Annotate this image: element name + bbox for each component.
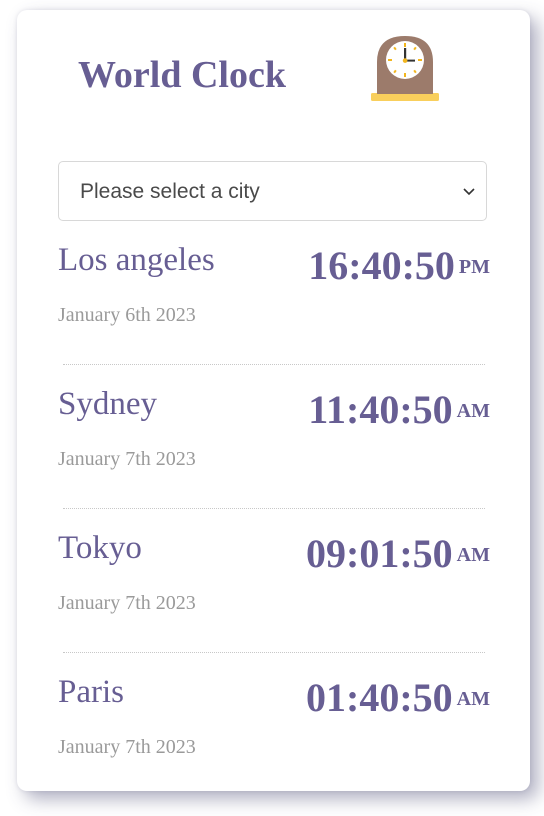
divider [63, 364, 485, 365]
city-row-tokyo: Tokyo 09:01:50 AM January 7th 2023 [17, 528, 530, 672]
am-pm-label: AM [456, 400, 490, 422]
city-date: January 7th 2023 [58, 736, 196, 758]
time-value: 16:40:50 [308, 243, 455, 288]
city-name: Los angeles [58, 242, 215, 278]
am-pm-label: AM [456, 688, 490, 710]
city-date: January 6th 2023 [58, 304, 196, 326]
world-clock-card: World Clock Please select a city Los ang… [17, 10, 530, 791]
time-value: 01:40:50 [306, 675, 453, 720]
page-title: World Clock [78, 54, 286, 96]
time-value: 09:01:50 [306, 531, 453, 576]
am-pm-label: PM [458, 256, 490, 278]
city-row-paris: Paris 01:40:50 AM January 7th 2023 [17, 672, 530, 816]
city-row-los-angeles: Los angeles 16:40:50 PM January 6th 2023 [17, 240, 530, 384]
city-name: Tokyo [58, 530, 142, 566]
header: World Clock [17, 10, 530, 140]
divider [63, 508, 485, 509]
divider [63, 652, 485, 653]
city-time: 09:01:50 AM [306, 530, 490, 579]
city-name: Sydney [58, 386, 157, 422]
city-row-sydney: Sydney 11:40:50 AM January 7th 2023 [17, 384, 530, 528]
city-time: 16:40:50 PM [308, 242, 490, 291]
city-select-value: Please select a city [80, 180, 260, 203]
city-name: Paris [58, 674, 124, 710]
city-select[interactable]: Please select a city [58, 161, 487, 221]
city-time: 11:40:50 AM [308, 386, 490, 435]
mantelpiece-clock-icon [371, 36, 439, 101]
time-value: 11:40:50 [308, 387, 453, 432]
chevron-down-icon [463, 188, 475, 196]
city-time: 01:40:50 AM [306, 674, 490, 723]
city-date: January 7th 2023 [58, 592, 196, 614]
city-date: January 7th 2023 [58, 448, 196, 470]
am-pm-label: AM [456, 544, 490, 566]
